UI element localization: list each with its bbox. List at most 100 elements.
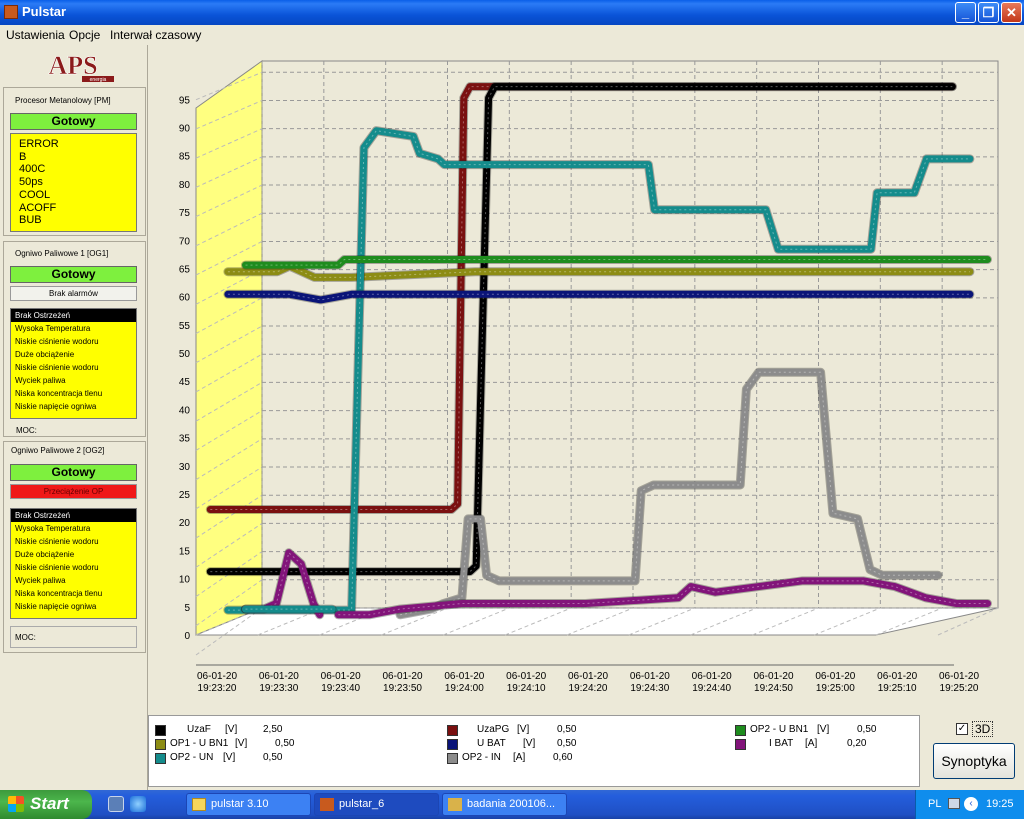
legend-swatch [447, 725, 458, 736]
pm-panel: Procesor Metanolowy [PM] Gotowy ERROR B … [3, 87, 146, 236]
pm-line: 400C [19, 163, 46, 176]
menu-opcje[interactable]: Opcje [69, 28, 100, 42]
og2-warning-list: Brak Ostrzeżeń Wysoka Temperatura Niskie… [10, 508, 137, 619]
pm-line: B [19, 150, 27, 163]
x-tick-time: 19:25:00 [816, 683, 855, 694]
pm-info-box: ERROR B 400C 50ps COOL ACOFF BUB [10, 133, 137, 232]
legend-item: I BAT [A] 0,20 [735, 738, 915, 752]
pm-line: 50ps [19, 176, 43, 189]
svg-text:energia: energia [90, 77, 107, 83]
legend-swatch [447, 753, 458, 764]
chart-legend: UzaF [V] 2,50 UzaPG [V] 0,50 OP2 - U BN1… [148, 715, 920, 787]
three-d-label[interactable]: 3D [972, 721, 994, 737]
chart-left-wall [195, 60, 263, 636]
app-icon [320, 798, 334, 811]
legend-name: UzaF [187, 724, 211, 735]
system-tray: PL ‹ 19:25 [915, 790, 1024, 819]
y-tick-label: 5 [184, 603, 190, 614]
legend-unit: [V] [517, 724, 530, 735]
legend-item: U BAT [V] 0,50 [447, 738, 697, 752]
x-tick-time: 19:24:30 [630, 683, 669, 694]
x-tick-time: 19:25:20 [940, 683, 979, 694]
legend-name: U BAT [477, 738, 506, 749]
start-button[interactable]: Start [0, 790, 92, 819]
y-tick-label: 55 [179, 321, 191, 332]
internet-explorer-icon[interactable] [130, 796, 146, 812]
x-tick-date: 06-01-20 [753, 671, 793, 682]
legend-swatch [735, 725, 746, 736]
og2-warning-item: Brak Ostrzeżeń [11, 509, 136, 522]
legend-swatch [447, 739, 458, 750]
y-tick-label: 35 [179, 434, 191, 445]
tray-chevron-icon[interactable]: ‹ [964, 797, 978, 811]
legend-name: OP1 - U BN1 [170, 738, 229, 749]
menu-bar: Ustawienia Opcje Interwał czasowy [0, 25, 1024, 45]
left-panel: APS energia Procesor Metanolowy [PM] Got… [0, 45, 148, 790]
three-d-checkbox[interactable]: ✓ [956, 723, 968, 735]
window-title: Pulstar [22, 4, 67, 19]
x-tick-time: 19:23:20 [198, 683, 237, 694]
legend-name: OP2 - UN [170, 752, 214, 763]
legend-item: UzaF [V] 2,50 [155, 724, 405, 738]
show-desktop-icon[interactable] [108, 796, 124, 812]
og2-warning-item: Niska koncentracja tlenu [15, 589, 103, 598]
x-tick-date: 06-01-20 [692, 671, 732, 682]
tray-monitor-icon[interactable] [948, 798, 960, 809]
x-tick-date: 06-01-20 [197, 671, 237, 682]
menu-interwal-czasowy[interactable]: Interwał czasowy [110, 28, 201, 42]
legend-value: 0,50 [857, 724, 877, 735]
title-bar: Pulstar _ ❐ ✕ [0, 0, 1024, 25]
x-tick-date: 06-01-20 [321, 671, 361, 682]
chart-area: 0 5 10 15 20 25 30 35 40 45 50 55 60 65 70 75 80 85 90 95 06… [148, 45, 1024, 715]
x-tick-time: 19:23:40 [321, 683, 360, 694]
legend-unit: [V] [523, 738, 536, 749]
og1-warning-list: Brak Ostrzeżeń Wysoka Temperatura Niskie… [10, 308, 137, 419]
line-chart-3d: 0 5 10 15 20 25 30 35 40 45 50 55 60 65 70 75 80 85 90 95 06… [179, 60, 999, 694]
og2-status: Gotowy [10, 464, 137, 481]
synoptyka-button[interactable]: Synoptyka [933, 743, 1015, 779]
task-label: pulstar_6 [339, 798, 385, 810]
svg-text:APS: APS [48, 51, 97, 80]
y-tick-label: 45 [179, 377, 191, 388]
og1-warning-item: Niskie ciśnienie wodoru [15, 363, 99, 372]
legend-value: 0,20 [847, 738, 867, 749]
close-button[interactable]: ✕ [1001, 2, 1022, 23]
y-tick-label: 65 [179, 264, 191, 275]
y-tick-label: 80 [179, 180, 191, 191]
og2-label: Ogniwo Paliwowe 2 [OG2] [11, 446, 105, 455]
taskbar-item-pulstar-6[interactable]: pulstar_6 [314, 793, 439, 816]
og2-warning-item: Wyciek paliwa [15, 576, 66, 585]
legend-name: OP2 - U BN1 [750, 724, 809, 735]
pm-line: ACOFF [19, 201, 57, 214]
x-tick-time: 19:24:00 [445, 683, 484, 694]
x-tick-date: 06-01-20 [939, 671, 979, 682]
y-tick-label: 90 [179, 123, 191, 134]
og2-panel: Ogniwo Paliwowe 2 [OG2] Gotowy Przeciąże… [3, 441, 146, 653]
legend-value: 0,50 [557, 724, 577, 735]
taskbar-item-badania[interactable]: badania 200106... [442, 793, 567, 816]
x-tick-date: 06-01-20 [815, 671, 855, 682]
og1-warning-item: Duże obciążenie [15, 350, 75, 359]
x-tick-time: 19:23:30 [259, 683, 298, 694]
legend-unit: [V] [817, 724, 830, 735]
y-tick-label: 75 [179, 208, 191, 219]
y-tick-label: 25 [179, 490, 191, 501]
menu-ustawienia[interactable]: Ustawienia [6, 28, 65, 42]
og2-warning-item: Niskie napięcie ogniwa [15, 602, 97, 611]
maximize-button[interactable]: ❐ [978, 2, 999, 23]
legend-item: OP1 - U BN1 [V] 0,50 [155, 738, 405, 752]
taskbar-item-pulstar-3-10[interactable]: pulstar 3.10 [186, 793, 311, 816]
pm-info-lines: ERROR B 400C 50ps COOL ACOFF BUB [11, 134, 136, 227]
og2-moc-box: MOC: [10, 626, 137, 648]
og1-alarm-status: Brak alarmów [10, 286, 137, 301]
legend-value: 0,60 [553, 752, 573, 763]
minimize-button[interactable]: _ [955, 2, 976, 23]
y-tick-label: 85 [179, 152, 191, 163]
x-tick-time: 19:24:50 [754, 683, 793, 694]
x-tick-time: 19:24:10 [507, 683, 546, 694]
legend-item: OP2 - U BN1 [V] 0,50 [735, 724, 915, 738]
x-tick-date: 06-01-20 [568, 671, 608, 682]
legend-unit: [V] [225, 724, 238, 735]
language-indicator[interactable]: PL [928, 798, 941, 810]
legend-value: 0,50 [557, 738, 577, 749]
